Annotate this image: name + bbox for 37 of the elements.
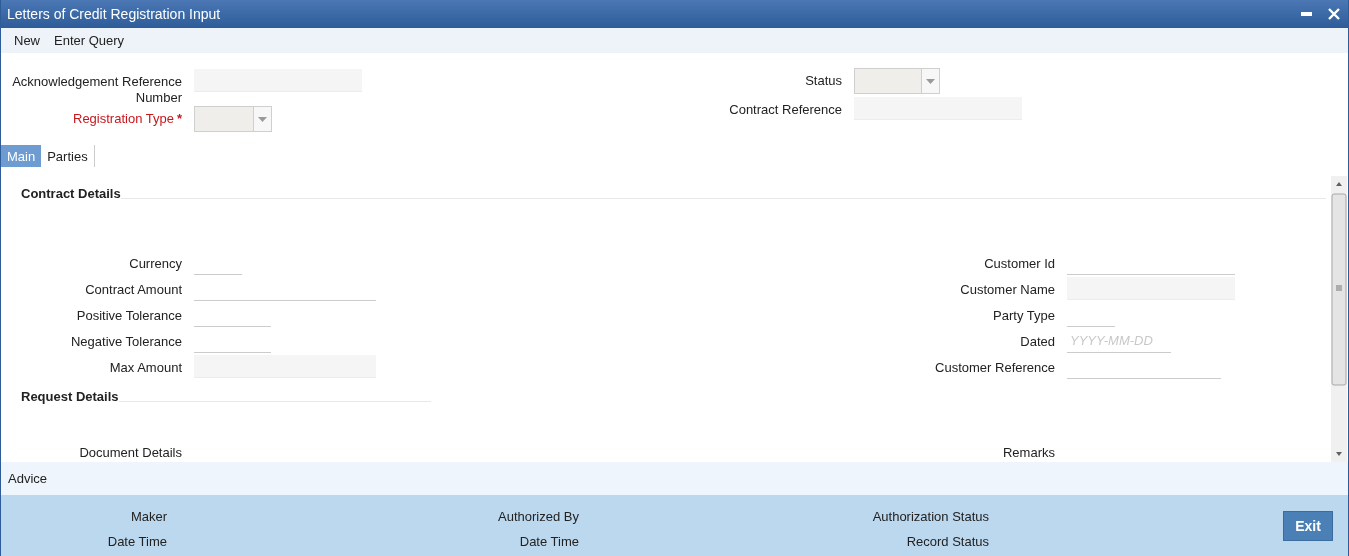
field-label: Acknowledgement Reference Number [11, 74, 182, 106]
field-label: Currency [129, 256, 182, 272]
field-label: Dated [1020, 334, 1055, 350]
scrollbar[interactable] [1331, 176, 1347, 462]
field-label: Positive Tolerance [76, 308, 182, 324]
footer-label: Authorized By [498, 508, 579, 524]
dropdown-field[interactable] [854, 68, 940, 94]
caret-icon [258, 116, 267, 122]
minimize-icon[interactable] [1301, 12, 1312, 16]
toolbar-button[interactable]: Enter Query [47, 28, 132, 53]
field-label: Customer Name [960, 282, 1055, 298]
field-label: Party Type [993, 308, 1055, 324]
caret-icon [926, 78, 935, 84]
section-heading: Contract Details [21, 187, 121, 201]
footer-label: Record Status [906, 533, 989, 549]
field-label: Contract Reference [729, 102, 842, 118]
field-label: Status [805, 73, 842, 89]
toolbar-button[interactable]: New [7, 28, 47, 53]
field-label: Remarks [1003, 445, 1055, 461]
field-label: Registration Type [73, 111, 174, 127]
footer-label: Date Time [519, 533, 579, 549]
exit-button[interactable]: Exit [1283, 510, 1333, 541]
required-mark: * [176, 111, 182, 127]
field-label: Max Amount [109, 360, 182, 376]
close-icon[interactable] [1328, 8, 1340, 20]
field-label: Customer Id [984, 256, 1055, 272]
field-label: Customer Reference [935, 360, 1055, 376]
footer-label: Maker [130, 508, 167, 524]
advice-label[interactable]: Advice [8, 471, 48, 486]
field-label: Negative Tolerance [70, 334, 182, 350]
field-label: Document Details [79, 445, 182, 461]
footer-label: Authorization Status [872, 508, 989, 524]
window-title: Letters of Credit Registration Input [7, 6, 221, 22]
dropdown-field[interactable] [194, 106, 272, 132]
footer-label: Date Time [107, 533, 167, 549]
section-heading: Request Details [21, 390, 119, 404]
field-label: Contract Amount [85, 282, 182, 298]
